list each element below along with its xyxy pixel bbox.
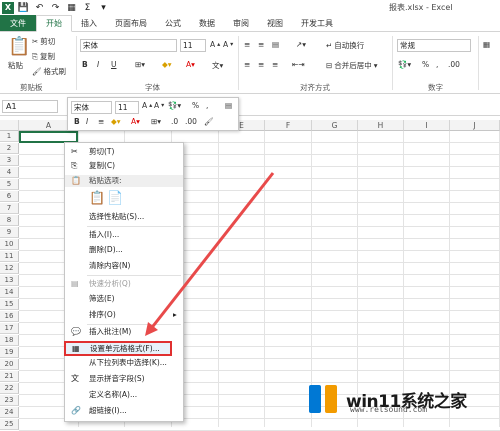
- watermark-url: www.relsound.com: [350, 405, 428, 414]
- arrow-shaft: [148, 172, 275, 331]
- annotation-arrow: [145, 172, 275, 336]
- watermark: win11系统之家 www.relsound.com: [306, 377, 496, 421]
- windows-logo-icon: [309, 385, 337, 413]
